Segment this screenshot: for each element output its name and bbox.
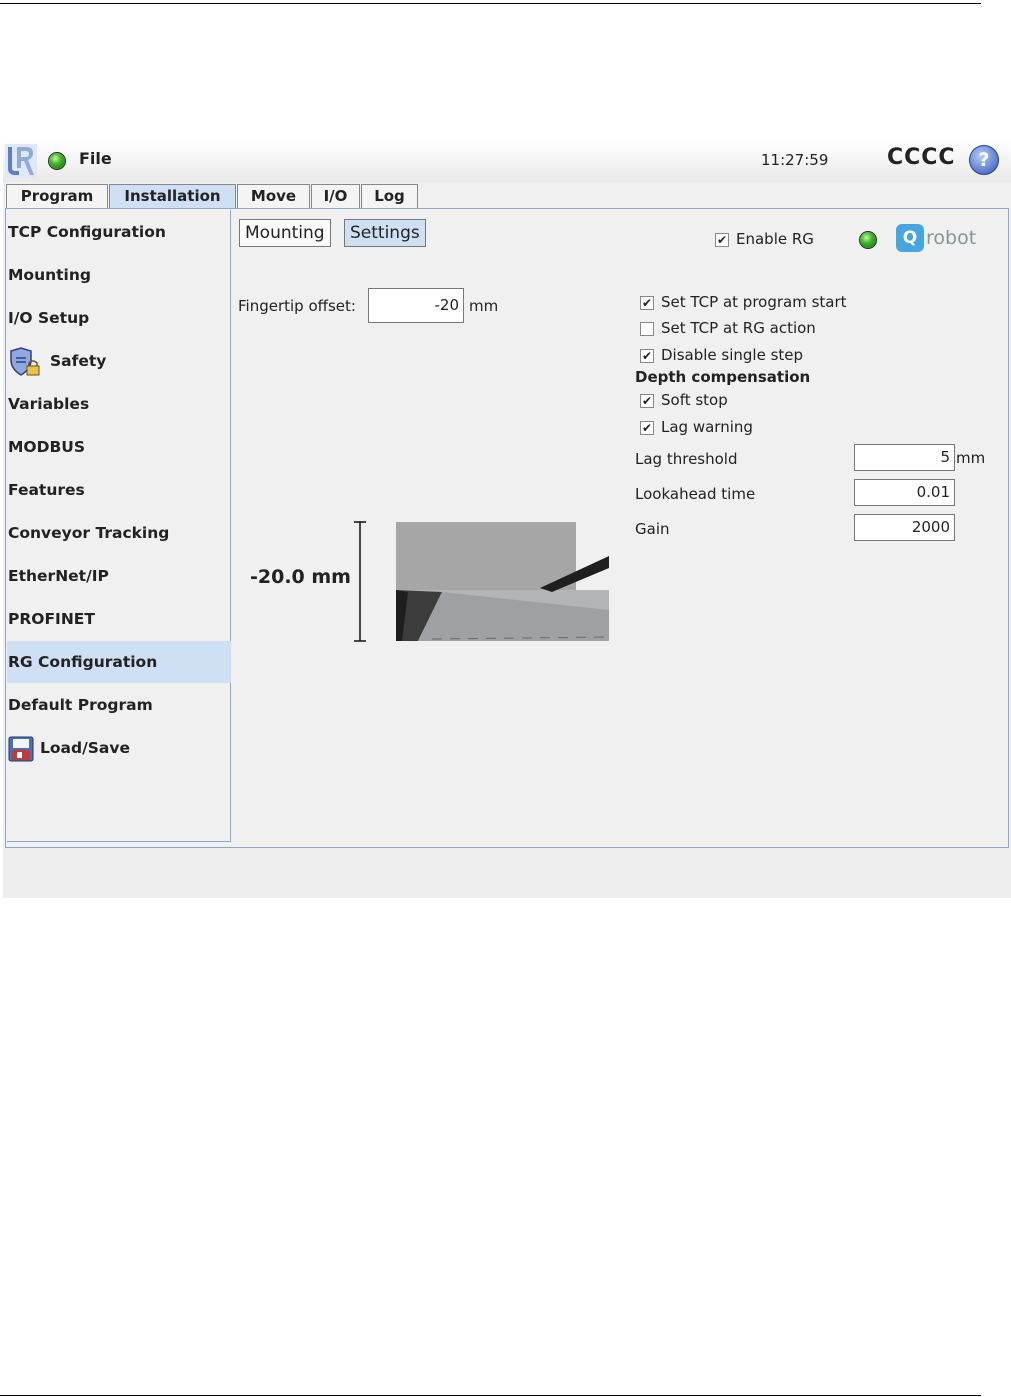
file-menu[interactable]: File [79, 149, 112, 168]
robot-name: CCCC [887, 145, 956, 170]
sidebar-item-safety[interactable]: Safety [7, 340, 231, 382]
sidebar-item-label: Safety [50, 352, 107, 370]
page-top-rule [0, 3, 981, 4]
sidebar-item-io-setup[interactable]: I/O Setup [7, 297, 231, 339]
lag-threshold-label: Lag threshold [635, 450, 738, 468]
help-icon[interactable]: ? [969, 145, 999, 175]
set-tcp-rg-action-label: Set TCP at RG action [661, 319, 816, 337]
sidebar-item-label: PROFINET [8, 610, 95, 628]
disable-single-step-label: Disable single step [661, 346, 804, 364]
subtab-settings[interactable]: Settings [344, 219, 426, 247]
lag-warning-checkbox[interactable]: ✔ [640, 421, 654, 435]
fingertip-offset-label: Fingertip offset: [238, 297, 356, 315]
main-tabs: Program Installation Move I/O Log [3, 182, 1011, 208]
sidebar-item-modbus[interactable]: MODBUS [7, 426, 231, 468]
set-tcp-program-start-checkbox[interactable]: ✔ [640, 296, 654, 310]
gain-input[interactable]: 2000 [854, 514, 955, 541]
sidebar-item-label: Conveyor Tracking [8, 524, 170, 542]
lag-warning-label: Lag warning [661, 418, 753, 436]
gripper-visualization [354, 521, 610, 642]
installation-panel: TCP Configuration Mounting I/O Setup Saf… [5, 208, 1009, 848]
title-bar: File 11:27:59 CCCC ? [3, 140, 1011, 182]
sidebar-item-features[interactable]: Features [7, 469, 231, 511]
sidebar-item-label: Load/Save [40, 739, 130, 757]
set-tcp-program-start-label: Set TCP at program start [661, 293, 847, 311]
gripper-body [396, 522, 576, 592]
sidebar-item-profinet[interactable]: PROFINET [7, 598, 231, 640]
sidebar-item-label: Features [8, 481, 85, 499]
soft-stop-label: Soft stop [661, 391, 728, 409]
ur-logo-icon [5, 144, 37, 178]
onrobot-word: robot [926, 227, 977, 249]
sidebar-item-ethernet-ip[interactable]: EtherNet/IP [7, 555, 231, 597]
sidebar-item-label: MODBUS [8, 438, 86, 456]
sidebar-item-variables[interactable]: Variables [7, 383, 231, 425]
set-tcp-rg-action-checkbox[interactable] [640, 322, 654, 336]
sidebar-item-label: Default Program [8, 696, 153, 714]
installation-sidebar: TCP Configuration Mounting I/O Setup Saf… [7, 210, 231, 842]
sidebar-item-rg-configuration[interactable]: RG Configuration [7, 641, 231, 683]
sidebar-item-conveyor-tracking[interactable]: Conveyor Tracking [7, 512, 231, 554]
lookahead-time-input[interactable]: 0.01 [854, 479, 955, 506]
lag-threshold-input[interactable]: 5 [854, 444, 955, 471]
fingertip-dimension-label: -20.0 mm [250, 566, 351, 588]
sidebar-item-mounting[interactable]: Mounting [7, 254, 231, 296]
enable-rg-label: Enable RG [736, 230, 814, 248]
shield-lock-icon [10, 346, 40, 376]
dimension-bracket [354, 521, 366, 642]
sidebar-item-label: Mounting [8, 266, 91, 284]
sidebar-item-label: I/O Setup [8, 309, 90, 327]
lag-threshold-unit: mm [956, 449, 986, 467]
depth-compensation-heading: Depth compensation [635, 368, 811, 386]
lookahead-time-label: Lookahead time [635, 485, 756, 503]
tab-installation[interactable]: Installation [109, 184, 236, 208]
soft-stop-checkbox[interactable]: ✔ [640, 394, 654, 408]
status-led-icon [49, 153, 65, 169]
tab-move[interactable]: Move [237, 184, 310, 208]
tab-program[interactable]: Program [6, 184, 108, 208]
sidebar-item-label: RG Configuration [8, 653, 158, 671]
sidebar-item-load-save[interactable]: Load/Save [7, 727, 231, 769]
onrobot-badge: Q [896, 224, 924, 252]
sidebar-item-label: EtherNet/IP [8, 567, 109, 585]
fingertip-offset-input[interactable]: -20 [368, 288, 464, 323]
sidebar-item-tcp-configuration[interactable]: TCP Configuration [7, 211, 231, 253]
clock: 11:27:59 [761, 151, 829, 169]
gain-label: Gain [635, 520, 670, 538]
fingertip-offset-unit: mm [469, 297, 499, 315]
rg-status-led-icon [860, 232, 876, 248]
subtab-mounting[interactable]: Mounting [239, 219, 331, 247]
status-bar [3, 848, 1011, 898]
page-bottom-rule [0, 1395, 981, 1396]
robot-ui-window: File 11:27:59 CCCC ? Program Installatio… [3, 140, 1011, 898]
disable-single-step-checkbox[interactable]: ✔ [640, 349, 654, 363]
enable-rg-checkbox[interactable]: ✔ [715, 233, 729, 247]
tab-log[interactable]: Log [361, 184, 418, 208]
sidebar-item-label: TCP Configuration [8, 223, 166, 241]
sidebar-item-default-program[interactable]: Default Program [7, 684, 231, 726]
tab-io[interactable]: I/O [311, 184, 360, 208]
floppy-disk-icon [8, 736, 34, 761]
sidebar-item-label: Variables [8, 395, 90, 413]
rg-configuration-content: Mounting Settings ✔ Enable RG Q robot Fi… [232, 210, 1008, 846]
